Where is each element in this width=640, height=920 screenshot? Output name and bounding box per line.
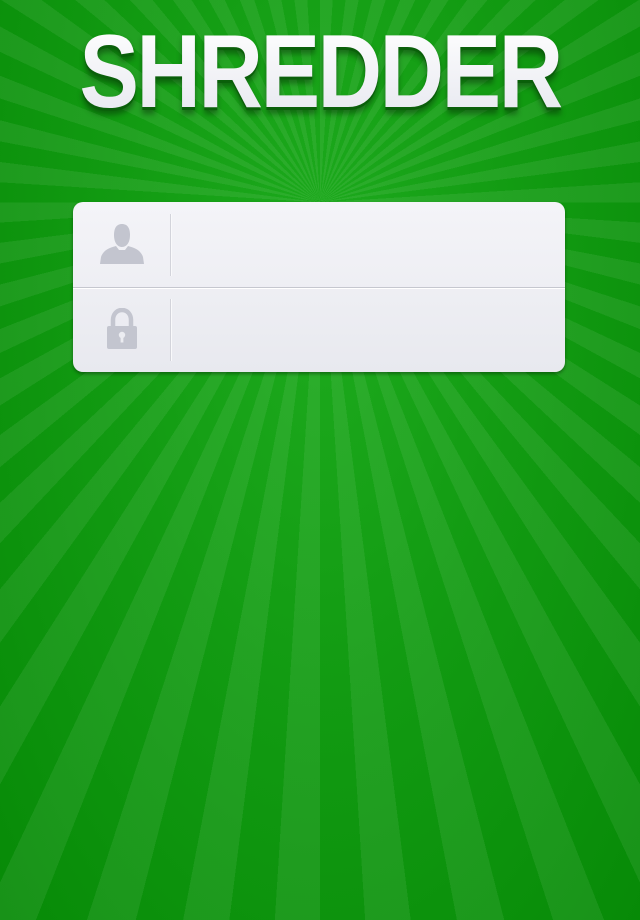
user-silhouette-icon	[99, 223, 144, 264]
username-separator	[170, 214, 172, 276]
username-icon-cell	[73, 202, 170, 287]
password-row	[73, 287, 565, 372]
padlock-icon	[106, 307, 137, 349]
password-icon-cell	[73, 287, 170, 372]
sunburst-background	[0, 0, 640, 920]
password-separator	[170, 299, 172, 361]
username-row	[73, 202, 565, 287]
app-logo: SHREDDER	[45, 20, 595, 124]
password-input[interactable]	[173, 287, 553, 372]
login-form	[73, 202, 565, 372]
username-input[interactable]	[173, 202, 553, 287]
